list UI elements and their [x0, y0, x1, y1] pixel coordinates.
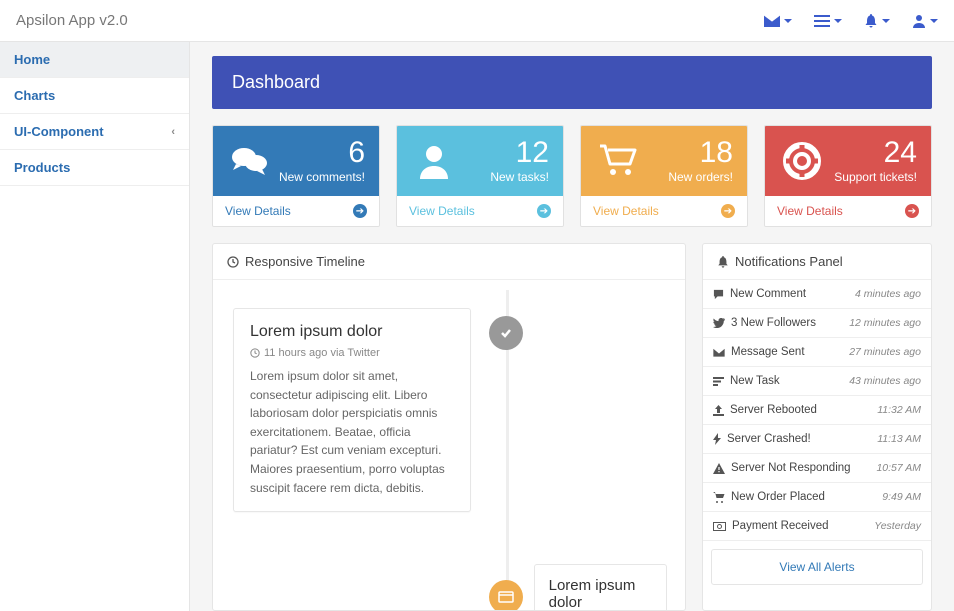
- stat-tasks: 12 New tasks! View Details➔: [396, 125, 564, 227]
- messages-dropdown[interactable]: [764, 14, 792, 28]
- mail-icon: [713, 348, 725, 357]
- timeline-item: Lorem ipsum dolor 11 hours ago via Twitt…: [233, 308, 471, 512]
- bolt-icon: [713, 433, 721, 445]
- view-all-alerts-button[interactable]: View All Alerts: [711, 549, 923, 585]
- alerts-dropdown[interactable]: [864, 14, 890, 28]
- cart-icon: [713, 492, 725, 503]
- stat-link[interactable]: View Details➔: [397, 196, 563, 226]
- arrow-right-icon: ➔: [353, 204, 367, 218]
- notification-item[interactable]: New Task43 minutes ago: [703, 367, 931, 396]
- timeline-item: Lorem ipsum dolor Lorem ipsum dolor sit …: [534, 564, 667, 610]
- bell-icon: [717, 256, 729, 268]
- list-icon: [814, 15, 830, 27]
- notification-item[interactable]: New Comment4 minutes ago: [703, 280, 931, 309]
- comments-icon: [227, 138, 273, 184]
- stat-link[interactable]: View Details➔: [213, 196, 379, 226]
- sidebar-item-label: Products: [14, 160, 70, 175]
- caret-down-icon: [882, 19, 890, 23]
- panels-row: Responsive Timeline Lorem ipsum dolor 11…: [212, 243, 932, 611]
- brand-title: Apsilon App v2.0: [16, 12, 128, 29]
- timeline-body: Lorem ipsum dolor 11 hours ago via Twitt…: [213, 280, 685, 610]
- sidebar-item-charts[interactable]: Charts: [0, 78, 189, 114]
- notification-item[interactable]: Server Not Responding10:57 AM: [703, 454, 931, 483]
- twitter-icon: [713, 318, 725, 328]
- topbar: Apsilon App v2.0: [0, 0, 954, 42]
- caret-down-icon: [834, 19, 842, 23]
- stat-label: Support tickets!: [834, 170, 917, 184]
- stat-label: New comments!: [279, 170, 365, 184]
- sidebar-item-label: Charts: [14, 88, 55, 103]
- notification-item[interactable]: Message Sent27 minutes ago: [703, 338, 931, 367]
- notification-item[interactable]: Server Rebooted11:32 AM: [703, 396, 931, 425]
- lifering-icon: [779, 138, 825, 184]
- chevron-left-icon: ‹: [171, 126, 175, 138]
- clock-icon: [227, 256, 239, 268]
- stat-link[interactable]: View Details➔: [765, 196, 931, 226]
- upload-icon: [713, 405, 724, 416]
- mail-icon: [764, 15, 780, 27]
- arrow-right-icon: ➔: [905, 204, 919, 218]
- money-icon: [713, 522, 726, 531]
- clock-icon: [250, 348, 260, 358]
- stat-orders: 18 New orders! View Details➔: [580, 125, 748, 227]
- sidebar: Home Charts UI-Component ‹ Products: [0, 42, 190, 611]
- page-title: Dashboard: [212, 56, 932, 109]
- arrow-right-icon: ➔: [537, 204, 551, 218]
- stat-value: 6: [279, 138, 365, 168]
- stat-label: New tasks!: [490, 170, 549, 184]
- timeline-item-text: Lorem ipsum dolor sit amet, consectetur …: [250, 367, 454, 497]
- cart-icon: [595, 138, 641, 184]
- caret-down-icon: [784, 19, 792, 23]
- stat-tickets: 24 Support tickets! View Details➔: [764, 125, 932, 227]
- stat-cards: 6 New comments! View Details➔ 12 New tasks…: [212, 125, 932, 227]
- panel-header: Notifications Panel: [703, 244, 931, 280]
- panel-header: Responsive Timeline: [213, 244, 685, 280]
- sidebar-item-ui-component[interactable]: UI-Component ‹: [0, 114, 189, 150]
- timeline-item-meta: 11 hours ago via Twitter: [250, 347, 454, 359]
- user-dropdown[interactable]: [912, 14, 938, 28]
- user-icon: [411, 138, 457, 184]
- timeline-badge-check: [489, 316, 523, 350]
- topbar-actions: [764, 14, 938, 28]
- sidebar-item-label: UI-Component: [14, 124, 104, 139]
- stat-value: 24: [834, 138, 917, 168]
- stat-label: New orders!: [668, 170, 733, 184]
- notification-item[interactable]: Payment ReceivedYesterday: [703, 512, 931, 541]
- timeline-badge-card: [489, 580, 523, 610]
- stat-link[interactable]: View Details➔: [581, 196, 747, 226]
- caret-down-icon: [930, 19, 938, 23]
- stat-value: 18: [668, 138, 733, 168]
- user-icon: [912, 14, 926, 28]
- warn-icon: [713, 463, 725, 474]
- timeline-item-title: Lorem ipsum dolor: [549, 577, 652, 610]
- tasks-icon: [713, 377, 724, 386]
- arrow-right-icon: ➔: [721, 204, 735, 218]
- notification-item[interactable]: New Order Placed9:49 AM: [703, 483, 931, 512]
- comment-icon: [713, 289, 724, 300]
- notification-item[interactable]: Server Crashed!11:13 AM: [703, 425, 931, 454]
- notification-item[interactable]: 3 New Followers12 minutes ago: [703, 309, 931, 338]
- bell-icon: [864, 14, 878, 28]
- tasks-dropdown[interactable]: [814, 14, 842, 28]
- sidebar-item-home[interactable]: Home: [0, 42, 189, 78]
- notifications-panel: Notifications Panel New Comment4 minutes…: [702, 243, 932, 611]
- main-content: Dashboard 6 New comments! View Details➔ 1…: [190, 42, 954, 611]
- timeline-item-title: Lorem ipsum dolor: [250, 323, 454, 341]
- stat-value: 12: [490, 138, 549, 168]
- sidebar-item-products[interactable]: Products: [0, 150, 189, 186]
- stat-comments: 6 New comments! View Details➔: [212, 125, 380, 227]
- timeline-panel: Responsive Timeline Lorem ipsum dolor 11…: [212, 243, 686, 611]
- sidebar-item-label: Home: [14, 52, 50, 67]
- notifications-list: New Comment4 minutes ago 3 New Followers…: [703, 280, 931, 541]
